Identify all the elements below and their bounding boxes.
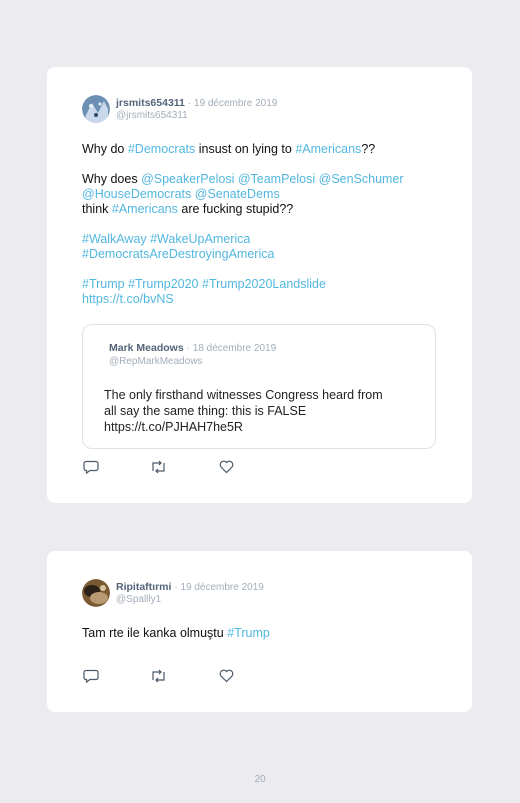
- tweet-text-line: https://t.co/bvNS: [82, 292, 174, 307]
- avatar[interactable]: [82, 579, 110, 607]
- page-number: 20: [254, 774, 266, 785]
- quoted-text-line: all say the same thing: this is FALSE: [104, 404, 307, 418]
- tweet-link[interactable]: @SenSchumer: [319, 172, 404, 186]
- quoted-link[interactable]: https://t.co/PJHAH7he5R: [104, 419, 243, 435]
- tweet-link[interactable]: #DemocratsAreDestroyingAmerica: [82, 247, 274, 261]
- quoted-text-line: The only firsthand witnesses Congress he…: [104, 388, 383, 402]
- tweet-text-line: #DemocratsAreDestroyingAmerica: [82, 247, 274, 262]
- username[interactable]: jrsmits654311 · 19 décembre 2019: [116, 97, 277, 109]
- tweet-link[interactable]: #Trump2020: [128, 277, 198, 291]
- retweet-icon[interactable]: [150, 460, 168, 476]
- quoted-tweet-date: · 18 décembre 2019: [186, 343, 277, 354]
- quoted-tweet[interactable]: Mark Meadows · 18 décembre 2019 @RepMark…: [82, 324, 436, 449]
- tweet-link[interactable]: https://t.co/bvNS: [82, 292, 174, 306]
- tweet-link[interactable]: #Trump2020Landslide: [202, 277, 326, 291]
- tweet-text: Tam rte ile kanka olmuştu: [82, 626, 228, 640]
- user-handle: @jrsmits654311: [116, 110, 188, 121]
- tweet-link[interactable]: @TeamPelosi: [238, 172, 315, 186]
- retweet-icon[interactable]: [150, 669, 168, 685]
- like-icon[interactable]: [219, 460, 237, 476]
- tweet-link[interactable]: #Trump: [82, 277, 125, 291]
- tweet-card: Ripitaftırmi · 19 décembre 2019 @Spallly…: [47, 551, 472, 712]
- quoted-username-text[interactable]: Mark Meadows: [109, 342, 184, 354]
- tweet-text: Why does: [82, 172, 142, 186]
- tweet-text-line: Why does @SpeakerPelosi @TeamPelosi @Sen…: [82, 172, 404, 187]
- tweet-text: think: [82, 202, 112, 216]
- user-handle: @Spallly1: [116, 594, 162, 605]
- tweet-link[interactable]: @SenateDems: [195, 187, 280, 201]
- tweet-text-line: Why do #Democrats insust on lying to #Am…: [82, 142, 375, 157]
- tweet-link[interactable]: #WakeUpAmerica: [150, 232, 250, 246]
- avatar[interactable]: [82, 95, 110, 123]
- tweet-link[interactable]: #Trump: [227, 626, 270, 640]
- tweet-link[interactable]: #WalkAway: [82, 232, 147, 246]
- tweet-link[interactable]: #Americans: [295, 142, 361, 156]
- quoted-username[interactable]: Mark Meadows · 18 décembre 2019: [109, 342, 276, 354]
- tweet-text-line: think #Americans are fucking stupid??: [82, 202, 293, 217]
- reply-icon[interactable]: [83, 460, 101, 476]
- tweet-text-line: #WalkAway #WakeUpAmerica: [82, 232, 250, 247]
- username[interactable]: Ripitaftırmi · 19 décembre 2019: [116, 581, 264, 593]
- like-icon[interactable]: [219, 669, 237, 685]
- tweet-link[interactable]: #Americans: [112, 202, 178, 216]
- tweet-text: are fucking stupid??: [177, 202, 294, 216]
- tweet-text-line: @HouseDemocrats @SenateDems: [82, 187, 280, 202]
- tweet-card: jrsmits654311 · 19 décembre 2019 @jrsmit…: [47, 67, 472, 503]
- tweet-text-line: #Trump #Trump2020 #Trump2020Landslide: [82, 277, 326, 292]
- reply-icon[interactable]: [83, 669, 101, 685]
- tweet-text: ??: [361, 142, 376, 156]
- tweet-date: · 19 décembre 2019: [187, 98, 278, 109]
- tweet-link[interactable]: @HouseDemocrats: [82, 187, 191, 201]
- username-text[interactable]: jrsmits654311: [116, 97, 185, 109]
- tweet-link[interactable]: #Democrats: [128, 142, 195, 156]
- username-text[interactable]: Ripitaftırmi: [116, 581, 171, 593]
- tweet-date: · 19 décembre 2019: [174, 582, 264, 593]
- tweet-link[interactable]: @SpeakerPelosi: [141, 172, 234, 186]
- tweet-text: insust on lying to: [195, 142, 296, 156]
- tweet-text-line: Tam rte ile kanka olmuştu #Trump: [82, 626, 270, 641]
- quoted-user-handle: @RepMarkMeadows: [109, 356, 203, 367]
- tweet-text: Why do: [82, 142, 128, 156]
